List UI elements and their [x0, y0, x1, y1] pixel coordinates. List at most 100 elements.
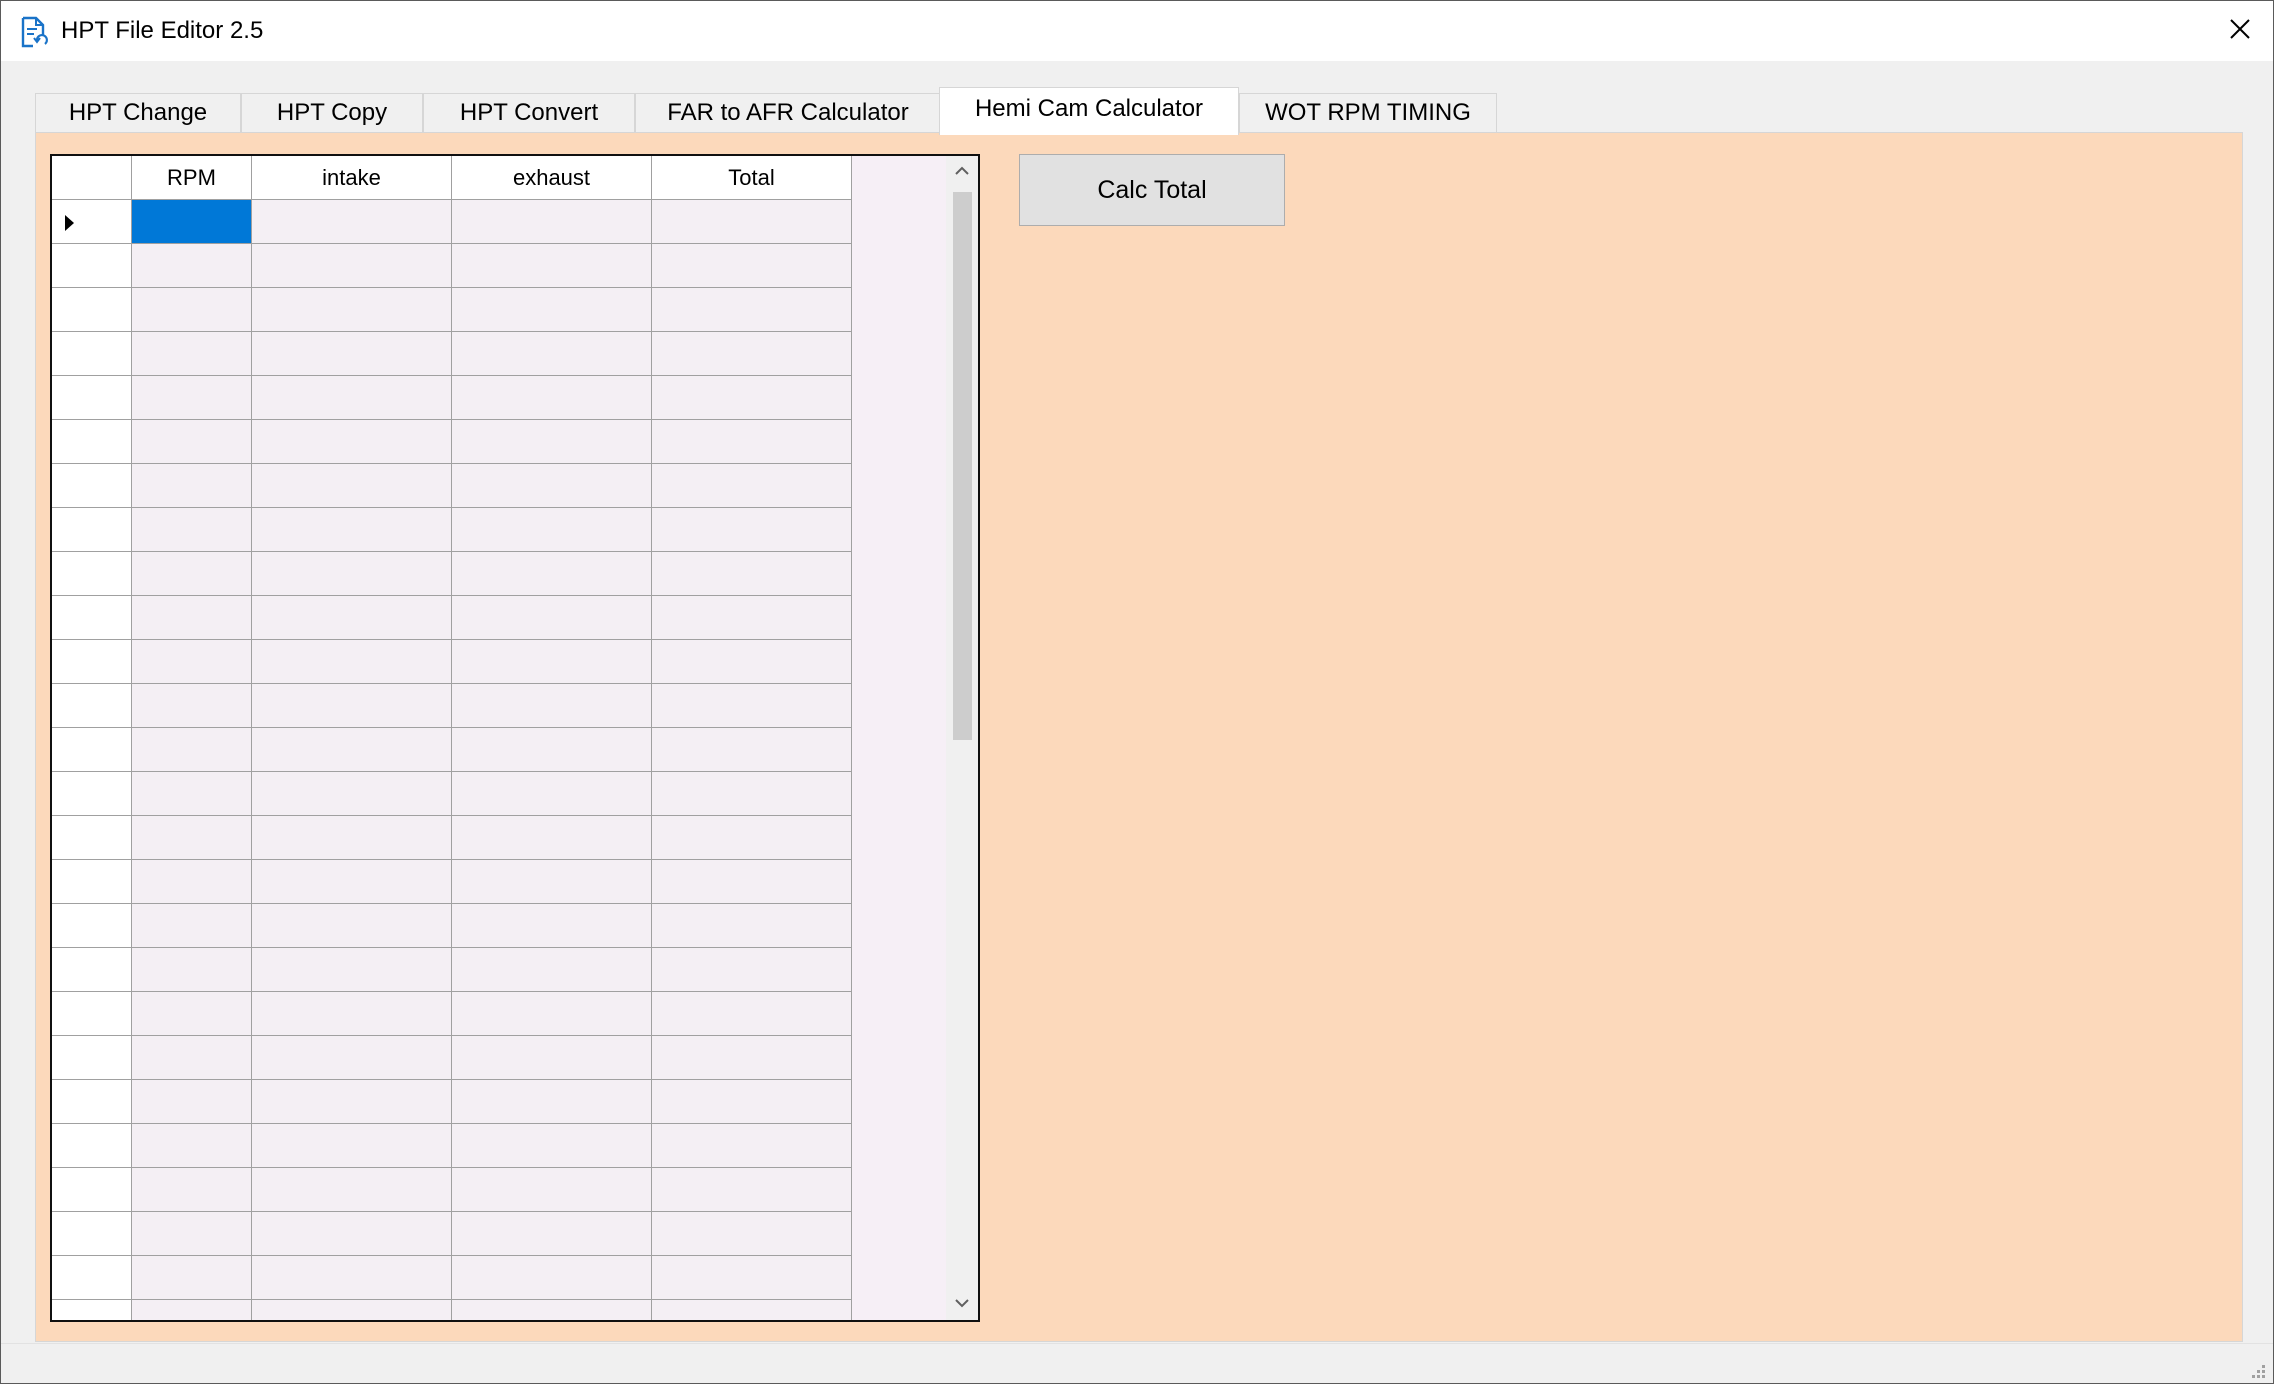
table-row[interactable] [52, 244, 852, 288]
cell-intake[interactable] [252, 772, 452, 816]
row-header[interactable] [52, 728, 132, 772]
cell-total[interactable] [652, 816, 852, 860]
cell-intake[interactable] [252, 288, 452, 332]
tab-far-to-afr-calculator[interactable]: FAR to AFR Calculator [635, 93, 941, 133]
cell-total[interactable] [652, 1168, 852, 1212]
cell-total[interactable] [652, 332, 852, 376]
column-header-total[interactable]: Total [652, 156, 852, 200]
column-header-rpm[interactable]: RPM [132, 156, 252, 200]
scroll-thumb[interactable] [953, 192, 972, 740]
cell-rpm[interactable] [132, 1124, 252, 1168]
table-row[interactable] [52, 1080, 852, 1124]
cell-total[interactable] [652, 904, 852, 948]
cell-rpm[interactable] [132, 508, 252, 552]
cell-exhaust[interactable] [452, 816, 652, 860]
cell-rpm[interactable] [132, 728, 252, 772]
cell-total[interactable] [652, 244, 852, 288]
cell-exhaust[interactable] [452, 1212, 652, 1256]
table-row[interactable] [52, 200, 852, 244]
table-row[interactable] [52, 376, 852, 420]
table-row[interactable] [52, 288, 852, 332]
table-row[interactable] [52, 772, 852, 816]
cell-intake[interactable] [252, 1300, 452, 1320]
cell-exhaust[interactable] [452, 860, 652, 904]
cell-intake[interactable] [252, 684, 452, 728]
cell-rpm[interactable] [132, 420, 252, 464]
row-header[interactable] [52, 904, 132, 948]
table-row[interactable] [52, 816, 852, 860]
cell-total[interactable] [652, 464, 852, 508]
scroll-down-button[interactable] [946, 1288, 978, 1320]
cell-exhaust[interactable] [452, 332, 652, 376]
cell-intake[interactable] [252, 508, 452, 552]
scroll-up-button[interactable] [946, 156, 978, 188]
cell-rpm[interactable] [132, 860, 252, 904]
table-row[interactable] [52, 332, 852, 376]
cell-total[interactable] [652, 508, 852, 552]
cell-intake[interactable] [252, 376, 452, 420]
table-row[interactable] [52, 684, 852, 728]
row-header[interactable] [52, 992, 132, 1036]
cell-exhaust[interactable] [452, 728, 652, 772]
cell-exhaust[interactable] [452, 684, 652, 728]
cell-intake[interactable] [252, 992, 452, 1036]
cell-rpm[interactable] [132, 1256, 252, 1300]
cell-rpm[interactable] [132, 1036, 252, 1080]
cell-intake[interactable] [252, 860, 452, 904]
cell-rpm[interactable] [132, 992, 252, 1036]
cell-rpm[interactable] [132, 244, 252, 288]
cell-rpm[interactable] [132, 552, 252, 596]
cell-intake[interactable] [252, 244, 452, 288]
cell-intake[interactable] [252, 552, 452, 596]
resize-grip-icon[interactable] [2247, 1360, 2267, 1380]
column-header-intake[interactable]: intake [252, 156, 452, 200]
cell-total[interactable] [652, 420, 852, 464]
cell-total[interactable] [652, 1300, 852, 1320]
table-row[interactable] [52, 640, 852, 684]
tab-wot-rpm-timing[interactable]: WOT RPM TIMING [1239, 93, 1497, 133]
cell-intake[interactable] [252, 948, 452, 992]
cell-total[interactable] [652, 1212, 852, 1256]
cell-total[interactable] [652, 1036, 852, 1080]
cell-rpm[interactable] [132, 684, 252, 728]
cell-rpm[interactable] [132, 816, 252, 860]
cell-total[interactable] [652, 728, 852, 772]
row-header[interactable] [52, 1212, 132, 1256]
table-row[interactable] [52, 464, 852, 508]
cell-total[interactable] [652, 1124, 852, 1168]
cell-rpm[interactable] [132, 904, 252, 948]
cell-exhaust[interactable] [452, 904, 652, 948]
cell-rpm[interactable] [132, 288, 252, 332]
table-row[interactable] [52, 992, 852, 1036]
cell-exhaust[interactable] [452, 640, 652, 684]
title-bar[interactable]: HPT File Editor 2.5 [1, 1, 2273, 61]
row-header[interactable] [52, 1300, 132, 1320]
table-row[interactable] [52, 508, 852, 552]
table-row[interactable] [52, 1300, 852, 1320]
row-header[interactable] [52, 508, 132, 552]
row-header[interactable] [52, 684, 132, 728]
cell-total[interactable] [652, 640, 852, 684]
cell-intake[interactable] [252, 1256, 452, 1300]
cell-exhaust[interactable] [452, 992, 652, 1036]
cell-intake[interactable] [252, 200, 452, 244]
cell-rpm[interactable] [132, 1080, 252, 1124]
cell-exhaust[interactable] [452, 244, 652, 288]
cell-exhaust[interactable] [452, 464, 652, 508]
row-header[interactable] [52, 1080, 132, 1124]
row-header[interactable] [52, 948, 132, 992]
cell-rpm[interactable] [132, 640, 252, 684]
cell-intake[interactable] [252, 904, 452, 948]
row-header[interactable] [52, 816, 132, 860]
cell-exhaust[interactable] [452, 772, 652, 816]
table-row[interactable] [52, 596, 852, 640]
cell-rpm[interactable] [132, 1300, 252, 1320]
cell-exhaust[interactable] [452, 200, 652, 244]
cell-rpm[interactable] [132, 200, 252, 244]
cell-intake[interactable] [252, 816, 452, 860]
row-header[interactable] [52, 640, 132, 684]
cell-intake[interactable] [252, 640, 452, 684]
row-header[interactable] [52, 244, 132, 288]
cell-intake[interactable] [252, 332, 452, 376]
cell-intake[interactable] [252, 1080, 452, 1124]
